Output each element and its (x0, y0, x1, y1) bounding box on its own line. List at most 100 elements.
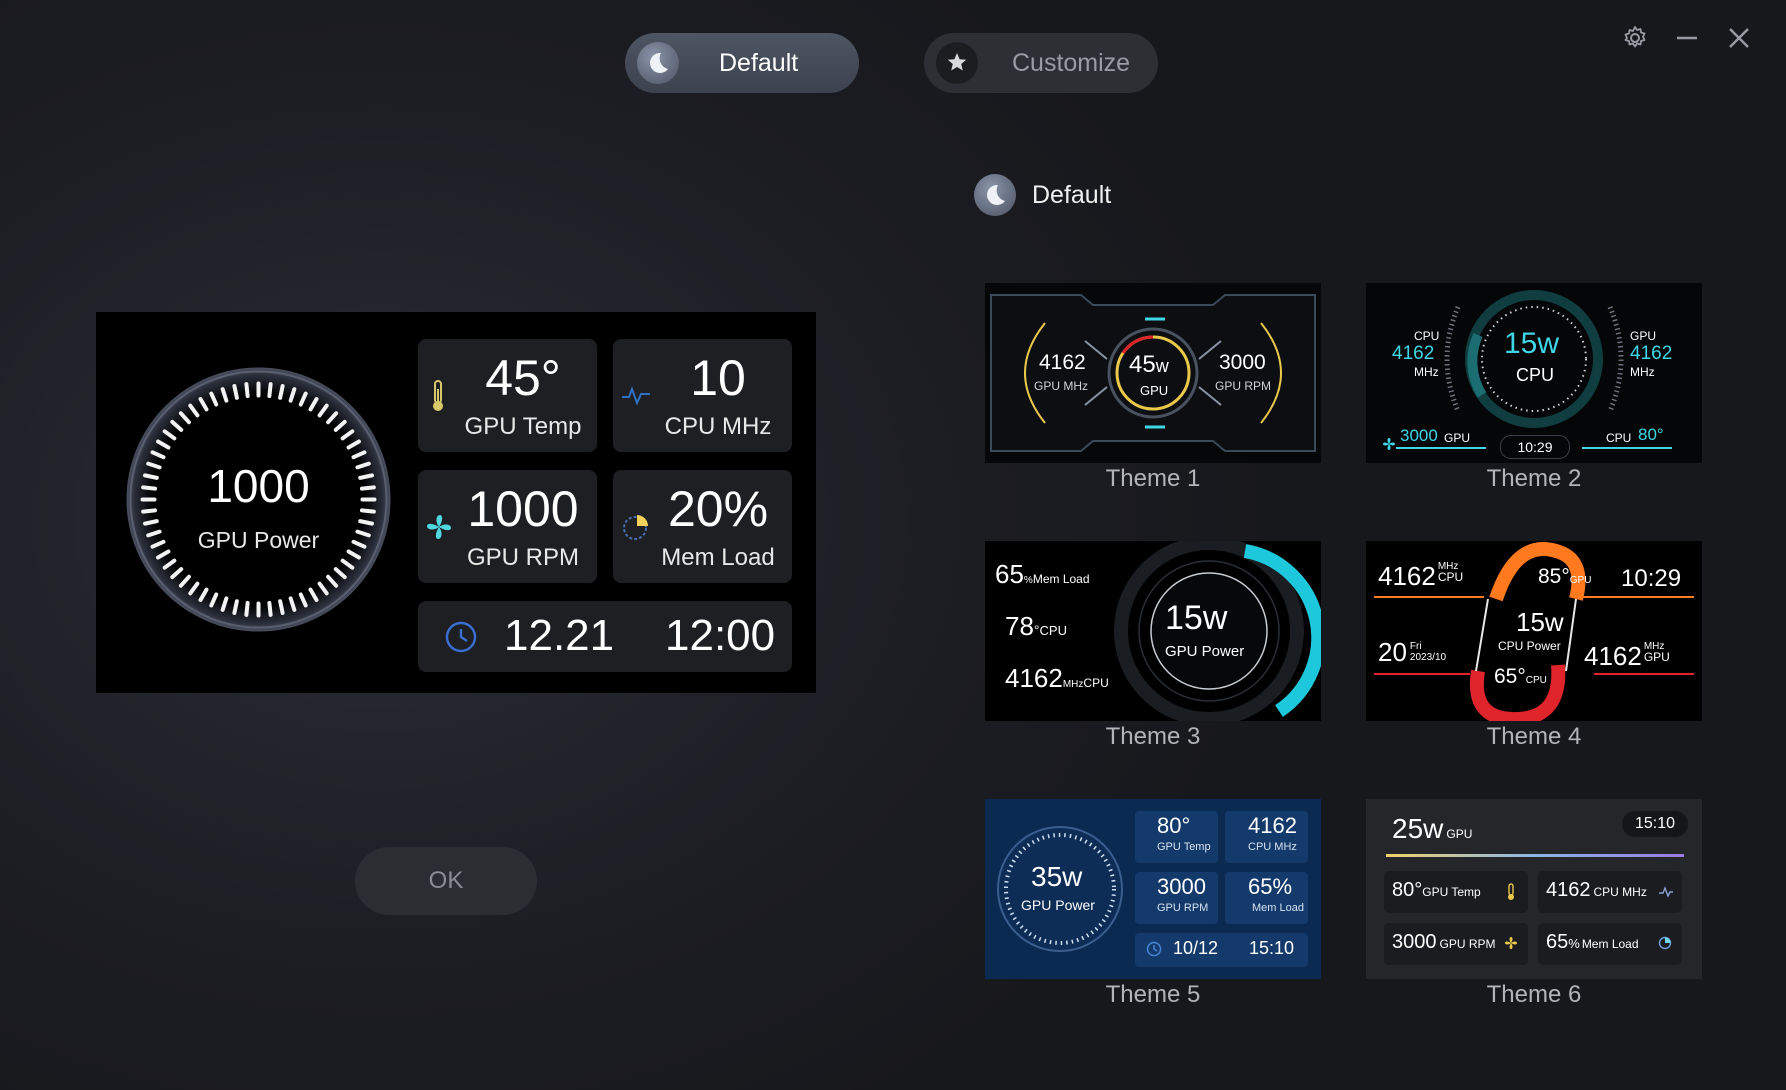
theme-4-date-month: 2023/10 (1409, 652, 1447, 663)
theme-4-top-center-value: 85° (1538, 565, 1570, 588)
theme-6-cell-4-unit: Mem Load (1581, 937, 1639, 951)
clock-time: 12:00 (665, 611, 776, 660)
theme-5-cell-2-unit: CPU MHz (1248, 841, 1297, 853)
gpu-rpm-tile: 1000 GPU RPM (418, 470, 597, 583)
theme-4-top-center: 85°GPU (1538, 565, 1591, 589)
theme-5-cell-1-unit: GPU Temp (1157, 841, 1211, 853)
mem-load-caption: Mem Load (661, 544, 775, 571)
theme-4-thumbnail[interactable]: 4162 MHz CPU 85°GPU 10:29 15w CPU Power 20… (1366, 541, 1702, 721)
theme-3-row-2: 78°CPU (1005, 611, 1067, 642)
theme-3-row-1: 65%Mem Load (995, 559, 1090, 590)
customize-mode-button[interactable]: Customize (924, 33, 1158, 93)
pie-icon (621, 512, 651, 547)
theme-6-cell-2-value: 4162 (1546, 879, 1591, 901)
clock-tile: 12.21 12:00 (418, 601, 792, 672)
gauge-tick (244, 382, 250, 399)
theme-1-center-unit: GPU (1140, 383, 1169, 398)
theme-6-thumbnail[interactable]: 25w GPU 15:10 80°GPU Temp 4162 CPU MHz 300… (1366, 799, 1702, 979)
theme-1-center-number: 45 (1129, 351, 1156, 378)
theme-6-cell-3-value: 3000 (1392, 931, 1437, 953)
theme-4-top-left-value: 4162 (1378, 561, 1436, 591)
theme-1-left-value: 4162 (1039, 351, 1086, 374)
thermometer-icon (1506, 883, 1516, 906)
theme-5-date: 10/12 (1173, 938, 1219, 958)
theme-3-center-unit: GPU Power (1165, 643, 1245, 660)
fan-icon (1382, 437, 1396, 456)
theme-2-center-value: 15w (1504, 327, 1560, 360)
theme-3-row-3-sub: CPU (1083, 676, 1109, 690)
theme-2-rpm-unit: GPU (1444, 431, 1471, 445)
gauge-tick (232, 384, 239, 400)
theme-3-row-1-sup: % (1023, 575, 1033, 586)
gpu-temp-value: 45° (485, 350, 561, 406)
theme-4-center-value: 15w (1516, 607, 1564, 637)
cpu-mhz-tile: 10 CPU MHz (613, 339, 792, 452)
fan-icon (424, 512, 454, 547)
theme-preview: 1000 GPU Power 45° GPU Temp 10 CPU MHz 1… (96, 312, 816, 693)
clock-date: 12.21 (504, 611, 615, 660)
pulse-icon (1658, 885, 1674, 903)
theme-2-rpm-value: 3000 (1400, 426, 1438, 445)
theme-6-cell-2-text: 4162 CPU MHz (1546, 879, 1647, 902)
ok-button[interactable]: OK (355, 847, 537, 915)
theme-5-gauge-unit: GPU Power (1021, 897, 1095, 913)
theme-1-thumbnail[interactable]: 4162 GPU MHz 45w GPU 3000 GPU RPM (985, 283, 1321, 463)
gauge-tick (278, 599, 285, 615)
theme-4-time: 10:29 (1621, 565, 1682, 592)
gauge-tick (278, 384, 285, 400)
gauge-tick (143, 519, 159, 526)
theme-5-cell-2-value: 4162 (1248, 813, 1297, 838)
theme-2-gpu-unit: MHz (1630, 365, 1655, 379)
theme-6-power: 25w GPU (1392, 813, 1472, 845)
gpu-temp-tile: 45° GPU Temp (418, 339, 597, 452)
theme-6-divider (1386, 854, 1684, 857)
theme-3-caption: Theme 3 (1105, 723, 1201, 750)
gauge-tick (267, 382, 273, 399)
theme-5-thumbnail[interactable]: 35w GPU Power 80° GPU Temp 4162 CPU MHz … (985, 799, 1321, 979)
theme-4-right-sub: GPU (1643, 650, 1670, 664)
theme-6-caption: Theme 6 (1486, 981, 1582, 1008)
theme-2-center-unit: CPU (1516, 365, 1555, 385)
theme-5-cell-1-value: 80° (1157, 813, 1191, 838)
theme-6-cell-3-text: 3000 GPU RPM (1392, 931, 1496, 954)
gear-icon[interactable] (1617, 20, 1653, 56)
mem-load-tile: 20% Mem Load (613, 470, 792, 583)
cpu-mhz-value: 10 (690, 350, 746, 406)
theme-5-cell-4-unit: Mem Load (1252, 902, 1304, 914)
mem-load-value: 20% (667, 481, 769, 537)
gauge-tick (358, 519, 374, 526)
theme-6-cell-4-text: 65% Mem Load (1546, 931, 1639, 954)
fan-icon (1504, 936, 1518, 955)
moon-icon (637, 42, 679, 84)
theme-4-top-left: 4162 MHz CPU (1378, 561, 1463, 592)
theme-4-date: 20 Fri 2023/10 (1378, 637, 1446, 668)
theme-3-center-value: 15w (1165, 599, 1228, 637)
theme-3-thumbnail[interactable]: 65%Mem Load 78°CPU 4162MHzCPU 15w GPU Po… (985, 541, 1321, 721)
cpu-mhz-caption: CPU MHz (664, 413, 772, 440)
theme-3-row-1-value: 65 (995, 559, 1024, 589)
theme-2-cpu-label: CPU (1414, 329, 1440, 343)
minimize-icon[interactable] (1669, 20, 1705, 56)
gauge-value: 1000 (207, 460, 310, 512)
theme-6-cell-2-unit: CPU MHz (1593, 885, 1647, 899)
theme-3-row-2-value: 78 (1005, 611, 1034, 641)
theme-3-row-1-sub: Mem Load (1032, 572, 1090, 586)
theme-5-caption: Theme 5 (1105, 981, 1201, 1008)
theme-4-date-day: 20 (1378, 637, 1407, 667)
gauge-tick (267, 600, 273, 617)
theme-6-time: 15:10 (1622, 811, 1688, 837)
theme-2-gpu-label: GPU (1630, 329, 1657, 343)
theme-2-cpu-unit: MHz (1414, 365, 1439, 379)
theme-2-gpu-value: 4162 (1630, 343, 1673, 364)
close-icon[interactable] (1721, 20, 1757, 56)
theme-3-row-3: 4162MHzCPU (1005, 663, 1109, 694)
theme-4-date-weekday: Fri (1409, 641, 1422, 652)
theme-6-cell-1-value: 80° (1392, 879, 1423, 901)
theme-4-center-unit: CPU Power (1498, 639, 1561, 653)
theme-2-temp-label: CPU (1606, 431, 1632, 445)
gpu-temp-caption: GPU Temp (464, 413, 582, 440)
default-mode-button[interactable]: Default (625, 33, 859, 93)
gauge-tick (244, 600, 250, 617)
theme-2-thumbnail[interactable]: CPU 4162 MHz 15w CPU GPU 4162 MHz 3000 G… (1366, 283, 1702, 463)
theme-4-bottom-center-sub: CPU (1525, 675, 1547, 686)
